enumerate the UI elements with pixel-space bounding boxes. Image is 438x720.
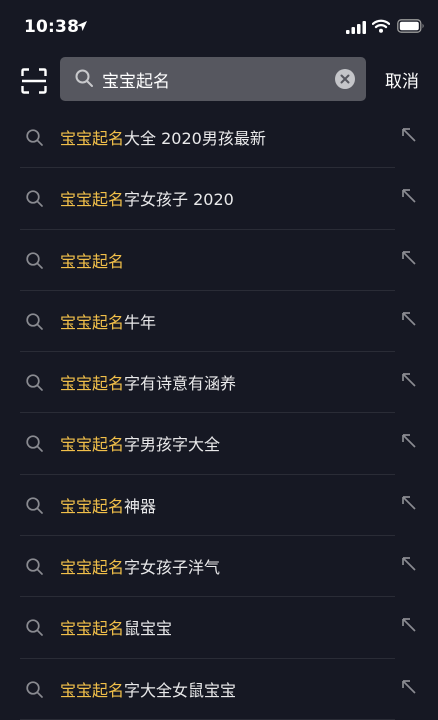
suggestion-rest: 字女孩子 2020	[124, 190, 234, 210]
location-arrow-icon	[77, 21, 87, 31]
suggestion-item[interactable]: 宝宝起名大全 2020男孩最新	[0, 107, 438, 169]
fill-arrow-icon[interactable]	[401, 556, 417, 572]
suggestion-text: 宝宝起名字女孩子洋气	[60, 554, 220, 578]
suggestion-rest: 大全 2020男孩最新	[124, 129, 266, 148]
suggestion-match: 宝宝起名	[60, 190, 125, 210]
suggestion-text: 宝宝起名鼠宝宝	[60, 615, 172, 639]
suggestion-match: 宝宝起名	[60, 129, 125, 148]
search-icon	[26, 435, 43, 453]
suggestion-item[interactable]: 宝宝起名神器	[0, 475, 438, 537]
suggestion-text: 宝宝起名牛年	[60, 309, 156, 333]
suggestion-item[interactable]: 宝宝起名字有诗意有涵养	[0, 352, 438, 414]
search-icon	[26, 558, 43, 575]
suggestion-text: 宝宝起名字女孩子 2020	[60, 186, 234, 210]
fill-arrow-icon[interactable]	[401, 679, 417, 695]
suggestion-text: 宝宝起名神器	[60, 493, 156, 517]
suggestion-text: 宝宝起名字男孩字大全	[60, 431, 220, 455]
suggestion-match: 宝宝起名	[60, 435, 125, 455]
suggestion-list: 宝宝起名大全 2020男孩最新 宝宝起名字女孩子 2020 宝宝起名 宝宝起名牛…	[0, 107, 438, 720]
search-icon	[26, 251, 43, 269]
suggestion-rest: 神器	[124, 496, 157, 516]
status-time: 10:38	[24, 17, 80, 37]
search-box[interactable]	[60, 57, 366, 101]
suggestion-item[interactable]: 宝宝起名字男孩字大全	[0, 413, 438, 476]
search-icon	[26, 190, 43, 208]
suggestion-text: 宝宝起名	[60, 248, 124, 272]
suggestion-item[interactable]: 宝宝起名鼠宝宝	[0, 597, 438, 659]
fill-arrow-icon[interactable]	[401, 372, 417, 388]
fill-arrow-icon[interactable]	[401, 188, 417, 204]
cancel-button[interactable]: 取消	[385, 67, 419, 92]
clear-icon	[340, 74, 350, 84]
wifi-icon	[372, 19, 390, 33]
suggestion-rest: 牛年	[124, 312, 157, 332]
fill-arrow-icon[interactable]	[401, 495, 417, 511]
search-icon	[26, 619, 43, 637]
search-icon	[75, 69, 93, 87]
suggestion-rest: 鼠宝宝	[124, 619, 173, 639]
suggestion-match: 宝宝起名	[60, 374, 125, 394]
signal-icon	[346, 21, 366, 34]
suggestion-rest: 字大全女鼠宝宝	[124, 680, 237, 700]
search-icon	[26, 374, 43, 392]
suggestion-match: 宝宝起名	[60, 496, 125, 516]
status-bar: 10:38	[0, 0, 438, 52]
search-bar: 取消	[0, 56, 438, 102]
fill-arrow-icon[interactable]	[401, 311, 417, 327]
fill-arrow-icon[interactable]	[401, 127, 417, 143]
suggestion-item[interactable]: 宝宝起名字大全女鼠宝宝	[0, 659, 438, 720]
suggestion-match: 宝宝起名	[60, 251, 125, 271]
suggestion-item[interactable]: 宝宝起名字女孩子洋气	[0, 536, 438, 598]
battery-icon	[397, 19, 424, 33]
search-icon	[26, 681, 43, 698]
fill-arrow-icon[interactable]	[401, 250, 417, 266]
suggestion-rest: 字女孩子洋气	[124, 558, 221, 578]
suggestion-match: 宝宝起名	[60, 312, 125, 332]
search-icon	[26, 313, 43, 330]
search-icon	[26, 129, 43, 146]
suggestion-match: 宝宝起名	[60, 680, 125, 700]
suggestion-rest: 字男孩字大全	[124, 435, 221, 455]
clear-button[interactable]	[335, 69, 355, 89]
suggestion-text: 宝宝起名字有诗意有涵养	[60, 370, 236, 394]
suggestion-text: 宝宝起名大全 2020男孩最新	[60, 125, 266, 149]
search-input[interactable]	[102, 57, 322, 101]
suggestion-item[interactable]: 宝宝起名字女孩子 2020	[0, 168, 438, 230]
scan-icon[interactable]	[21, 68, 47, 94]
suggestion-item[interactable]: 宝宝起名	[0, 230, 438, 292]
search-icon	[26, 497, 43, 514]
suggestion-text: 宝宝起名字大全女鼠宝宝	[60, 677, 236, 701]
fill-arrow-icon[interactable]	[401, 433, 417, 449]
suggestion-match: 宝宝起名	[60, 558, 125, 578]
suggestion-match: 宝宝起名	[60, 619, 125, 639]
suggestion-rest: 字有诗意有涵养	[124, 374, 237, 394]
fill-arrow-icon[interactable]	[401, 617, 417, 633]
suggestion-item[interactable]: 宝宝起名牛年	[0, 291, 438, 353]
